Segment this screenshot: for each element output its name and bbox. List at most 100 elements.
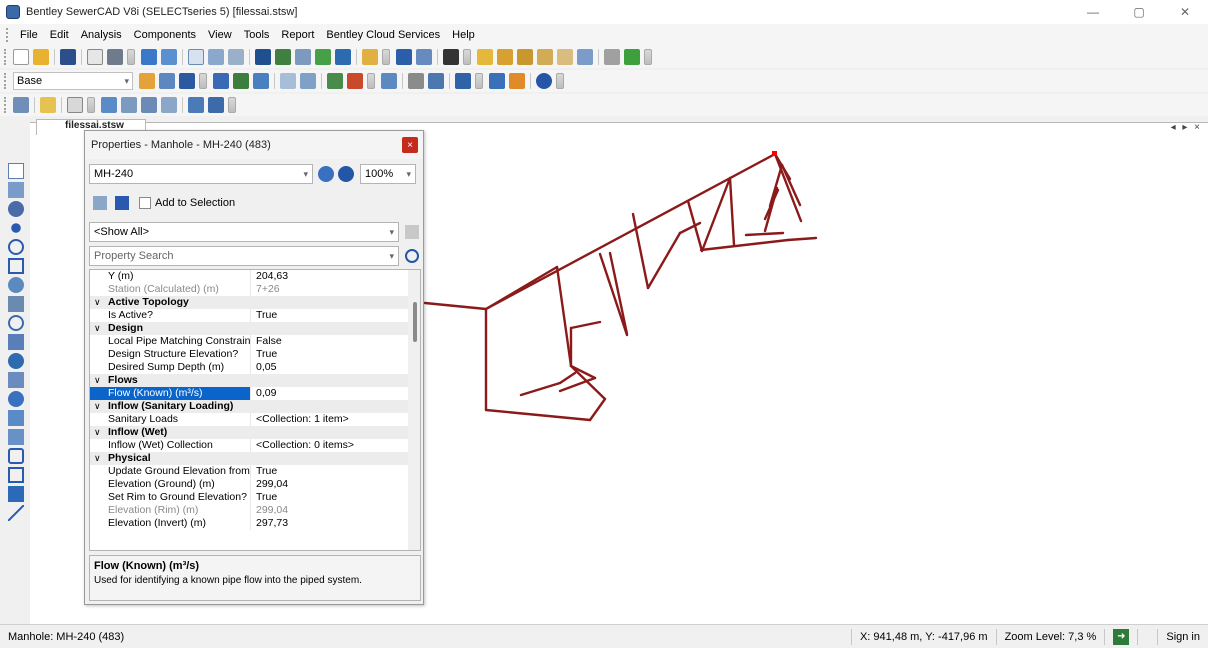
gravity-pipe[interactable]: [763, 188, 780, 221]
zoom-select[interactable]: 100% ▾: [360, 164, 416, 184]
toolbar-overflow-icon[interactable]: [463, 49, 471, 65]
minimize-button[interactable]: —: [1070, 0, 1116, 24]
gravity-pipe[interactable]: [646, 231, 682, 290]
property-grid-scrollbar[interactable]: [408, 270, 420, 550]
chevron-down-icon[interactable]: ∨: [94, 426, 108, 439]
text-annotation-icon[interactable]: [8, 486, 24, 502]
gravity-pipe[interactable]: [728, 176, 736, 247]
chevron-down-icon[interactable]: ∨: [94, 322, 108, 335]
pump-icon[interactable]: [8, 334, 24, 350]
gravity-pipe[interactable]: [786, 236, 818, 242]
property-row[interactable]: Set Rim to Ground Elevation? True: [90, 491, 420, 504]
menu-help[interactable]: Help: [446, 29, 481, 41]
property-value[interactable]: True: [250, 309, 420, 322]
alternatives-icon[interactable]: [161, 49, 177, 65]
zoom-out-icon[interactable]: [537, 49, 553, 65]
scenarios-icon[interactable]: [139, 73, 155, 89]
menu-tools[interactable]: Tools: [238, 29, 276, 41]
alternatives-manager-icon[interactable]: [159, 73, 175, 89]
property-value[interactable]: True: [250, 491, 420, 504]
selection-sets-icon[interactable]: [455, 73, 471, 89]
save-icon[interactable]: [60, 49, 76, 65]
border-icon[interactable]: [8, 467, 24, 483]
hydro-tank-icon[interactable]: [8, 429, 24, 445]
property-row[interactable]: Inflow (Wet) Collection <Collection: 0 it…: [90, 439, 420, 452]
search-icon[interactable]: [405, 249, 419, 263]
previous-icon[interactable]: [93, 196, 107, 210]
toolbar-overflow-icon[interactable]: [644, 49, 652, 65]
property-row[interactable]: Desired Sump Depth (m) 0,05: [90, 361, 420, 374]
menu-edit[interactable]: Edit: [44, 29, 75, 41]
scenario-icon[interactable]: [141, 49, 157, 65]
gravity-pipe[interactable]: [768, 163, 784, 208]
toolbar-overflow-icon[interactable]: [367, 73, 375, 89]
element-symbology-icon[interactable]: [295, 49, 311, 65]
gravity-pipe[interactable]: [569, 364, 607, 401]
maximize-button[interactable]: ▢: [1116, 0, 1162, 24]
property-category[interactable]: ∨ Inflow (Wet): [90, 426, 420, 439]
property-row[interactable]: Is Active? True: [90, 309, 420, 322]
property-category[interactable]: ∨ Design: [90, 322, 420, 335]
query-icon[interactable]: [381, 73, 397, 89]
edit-filter-icon[interactable]: [405, 225, 419, 239]
property-connection-icon[interactable]: [8, 391, 24, 407]
help-icon[interactable]: [536, 73, 552, 89]
background-layers-icon[interactable]: [315, 49, 331, 65]
pan-icon[interactable]: [604, 49, 620, 65]
chevron-down-icon[interactable]: ∨: [94, 400, 108, 413]
property-row[interactable]: Sanitary Loads <Collection: 1 item>: [90, 413, 420, 426]
graph-icon[interactable]: [275, 49, 291, 65]
gravity-pipe-icon[interactable]: [8, 448, 24, 464]
close-icon[interactable]: ×: [402, 137, 418, 153]
go-arrow-icon[interactable]: ➜: [1113, 628, 1130, 645]
property-value[interactable]: 204,63: [250, 270, 420, 283]
property-value[interactable]: <Collection: 0 items>: [250, 439, 420, 452]
zoom-previous-icon[interactable]: [577, 49, 593, 65]
gravity-pipe[interactable]: [484, 265, 559, 311]
clear-selection-icon[interactable]: [208, 97, 224, 113]
rss-feed-icon[interactable]: [509, 73, 525, 89]
select-downstream-icon[interactable]: [188, 97, 204, 113]
page-setup-icon[interactable]: [87, 49, 103, 65]
chevron-down-icon[interactable]: ∨: [94, 452, 108, 465]
undo-icon[interactable]: [396, 49, 412, 65]
gravity-pipe[interactable]: [423, 301, 488, 311]
gravity-pipe[interactable]: [484, 408, 592, 422]
zoom-window-icon[interactable]: [497, 49, 513, 65]
menu-view[interactable]: View: [202, 29, 238, 41]
toolbar-overflow-icon[interactable]: [556, 73, 564, 89]
scrollbar-thumb[interactable]: [413, 302, 417, 342]
property-value[interactable]: False: [250, 335, 420, 348]
property-category[interactable]: ∨ Physical: [90, 452, 420, 465]
gravity-pipe[interactable]: [686, 199, 704, 253]
tab-navigation[interactable]: ◂ ▸ ×: [1171, 122, 1202, 133]
property-category[interactable]: ∨ Flows: [90, 374, 420, 387]
edit-icon[interactable]: [67, 97, 83, 113]
results-icon[interactable]: [253, 73, 269, 89]
property-value[interactable]: 0,05: [250, 361, 420, 374]
catch-basin-icon[interactable]: [8, 239, 24, 255]
compute-icon[interactable]: [208, 49, 224, 65]
user-notifications-icon[interactable]: [300, 73, 316, 89]
zoom-extents-icon[interactable]: [477, 49, 493, 65]
menu-report[interactable]: Report: [275, 29, 320, 41]
trace-icon[interactable]: [428, 73, 444, 89]
select-by-attribute-icon[interactable]: [141, 97, 157, 113]
property-row[interactable]: Update Ground Elevation from T True: [90, 465, 420, 478]
scenario-combobox[interactable]: Base ▾: [13, 72, 133, 90]
pressure-junction-icon[interactable]: [8, 315, 24, 331]
gravity-pipe[interactable]: [555, 265, 573, 368]
layout-icon[interactable]: [13, 97, 29, 113]
chevron-down-icon[interactable]: ∨: [94, 296, 108, 309]
junction-icon[interactable]: [11, 223, 21, 233]
select-upstream-icon[interactable]: [161, 97, 177, 113]
property-value[interactable]: 299,04: [250, 478, 420, 491]
find-icon[interactable]: [443, 49, 459, 65]
gravity-pipe[interactable]: [588, 397, 607, 422]
property-value[interactable]: 297,73: [250, 517, 420, 530]
property-search-input[interactable]: Property Search ▾: [89, 246, 399, 266]
property-row[interactable]: Y (m) 204,63: [90, 270, 420, 283]
zoom-realtime-icon[interactable]: [557, 49, 573, 65]
next-icon[interactable]: [115, 196, 129, 210]
pipe-layout-icon[interactable]: [8, 182, 24, 198]
